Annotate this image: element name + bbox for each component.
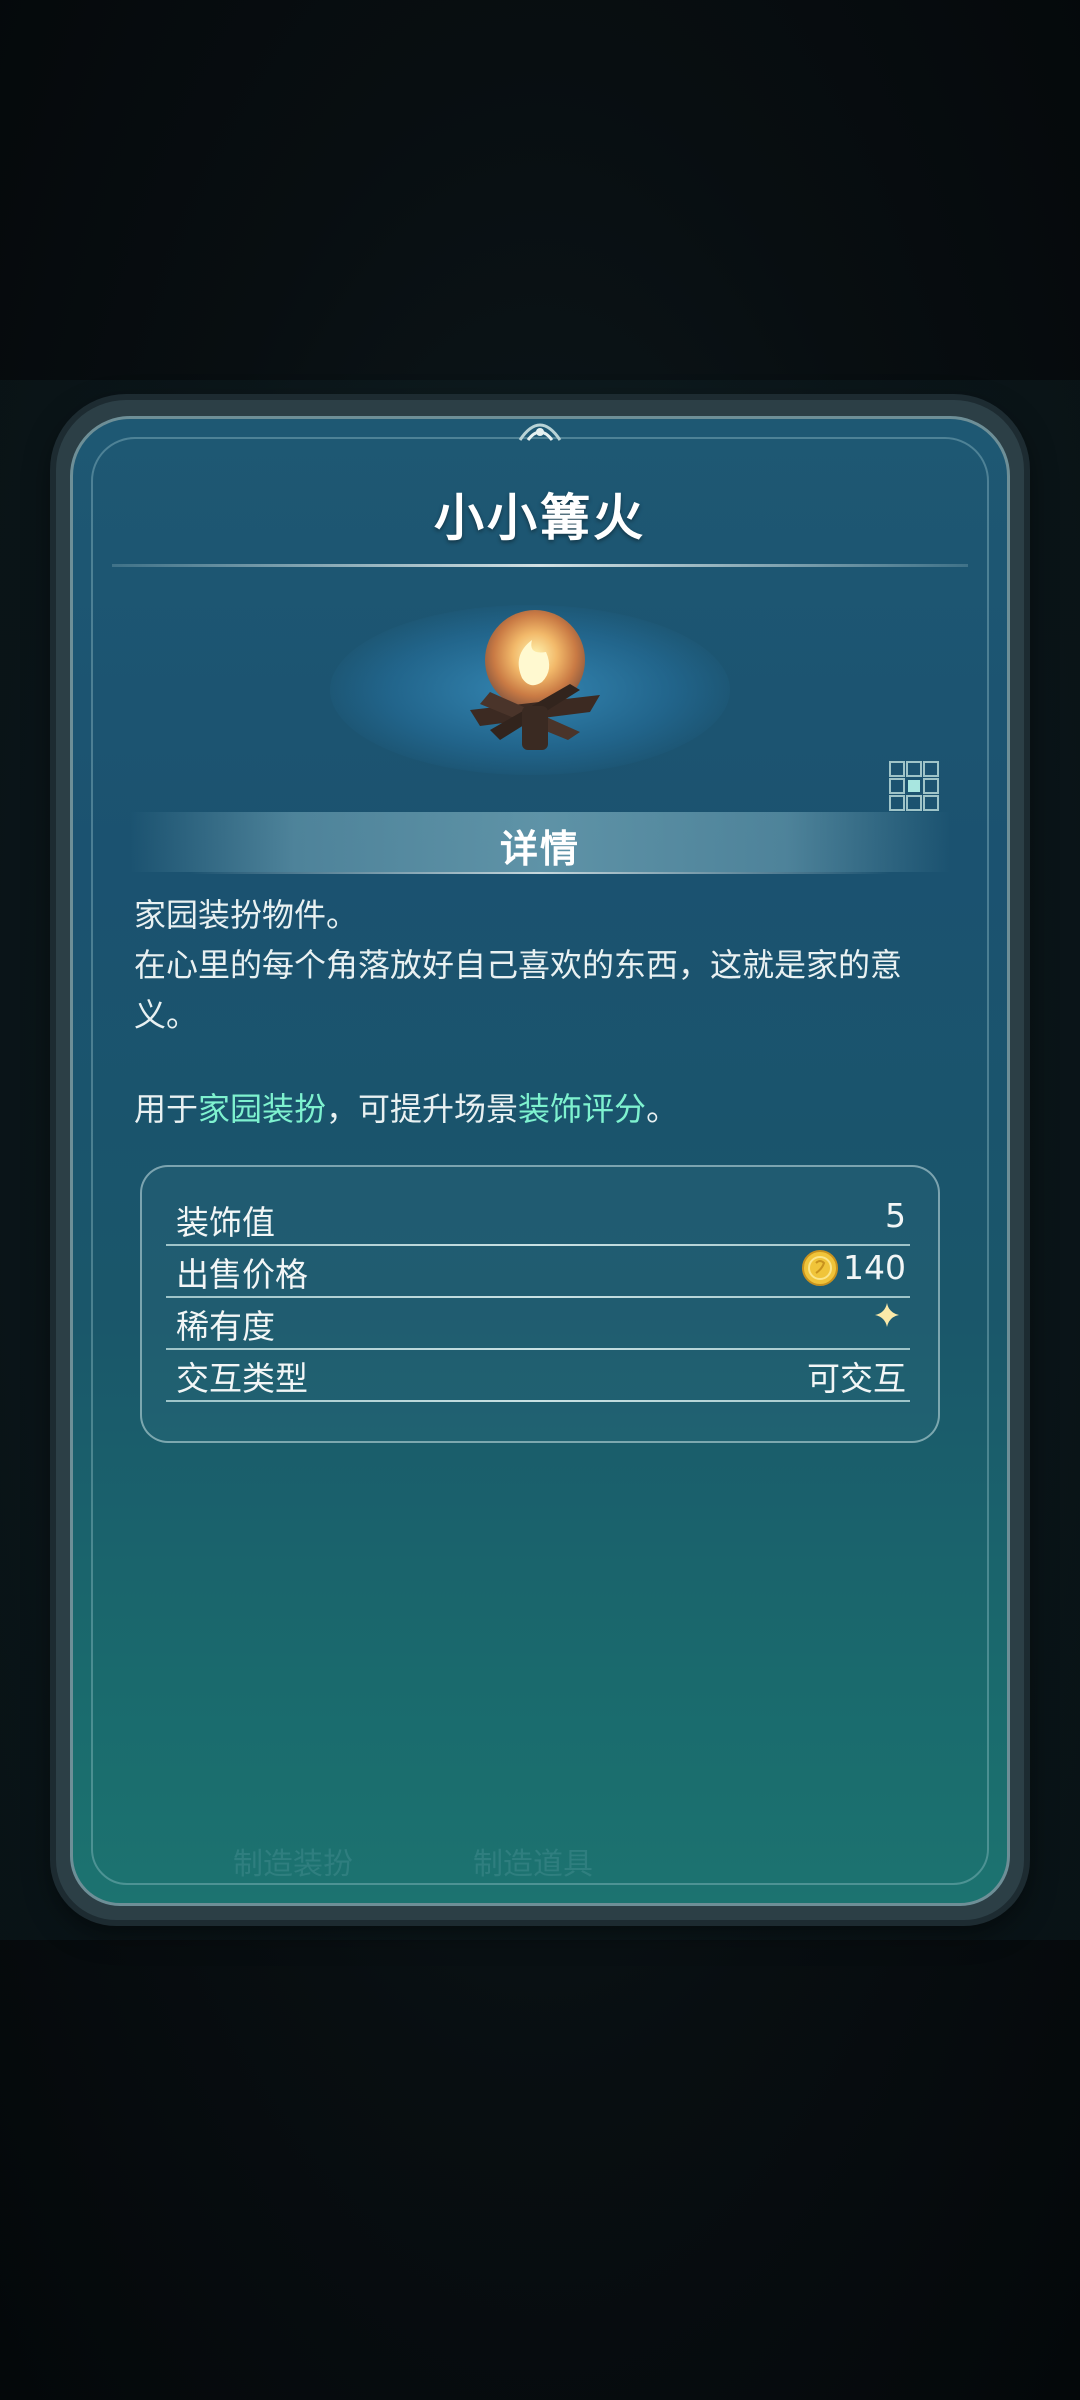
campfire-icon	[470, 610, 600, 750]
description-line: 家园装扮物件。	[134, 896, 359, 934]
details-divider	[190, 872, 890, 874]
stat-value-text: 140	[843, 1248, 906, 1287]
usage-highlight-home-decor: 家园装扮	[198, 1090, 327, 1128]
stat-row-decor-value: 装饰值 5	[176, 1196, 906, 1248]
usage-text: 。	[646, 1090, 679, 1128]
usage-text: ，可提升场景	[326, 1090, 519, 1128]
grid-view-icon[interactable]	[888, 760, 940, 812]
description-line: 在心里的每个角落放好自己喜欢的东西，这就是家的意义。	[134, 946, 903, 1034]
stat-divider	[166, 1296, 910, 1298]
screen: 制造装扮 制造道具 小小篝火 详情 家园装扮物件。 在心里的每个角落放好自己喜欢…	[0, 0, 1080, 2400]
coin-icon	[802, 1249, 838, 1286]
stat-value: 5	[885, 1196, 906, 1235]
stat-value-text: 可交互	[807, 1359, 906, 1398]
rarity-star-icon	[875, 1303, 899, 1327]
details-section-title: 详情	[499, 827, 580, 871]
title-divider	[112, 564, 968, 567]
stat-label: 装饰值	[176, 1203, 275, 1242]
stat-value: 140	[801, 1248, 906, 1287]
stat-value-text: 5	[885, 1196, 906, 1235]
usage-highlight-decor-score: 装饰评分	[518, 1090, 647, 1128]
stat-label: 交互类型	[176, 1359, 308, 1398]
item-description: 家园装扮物件。 在心里的每个角落放好自己喜欢的东西，这就是家的意义。	[134, 890, 954, 1040]
stat-divider	[166, 1348, 910, 1350]
stat-divider	[166, 1244, 910, 1246]
stat-label: 稀有度	[176, 1307, 275, 1346]
stat-divider	[166, 1400, 910, 1402]
item-usage: 用于家园装扮，可提升场景装饰评分。	[134, 1084, 954, 1134]
stat-row-rarity: 稀有度	[176, 1300, 906, 1352]
stat-value: 可交互	[807, 1352, 906, 1400]
card-crest-ornament	[518, 423, 562, 441]
stat-row-interaction-type: 交互类型 可交互	[176, 1352, 906, 1404]
stat-value	[872, 1300, 906, 1330]
item-title: 小小篝火	[434, 489, 646, 547]
ghost-tab-label: 制造装扮	[233, 1847, 353, 1882]
ghost-tab-label: 制造道具	[473, 1847, 593, 1882]
stat-label: 出售价格	[176, 1255, 308, 1294]
stat-row-sell-price: 出售价格 140	[176, 1248, 906, 1300]
usage-text: 用于	[134, 1090, 199, 1128]
